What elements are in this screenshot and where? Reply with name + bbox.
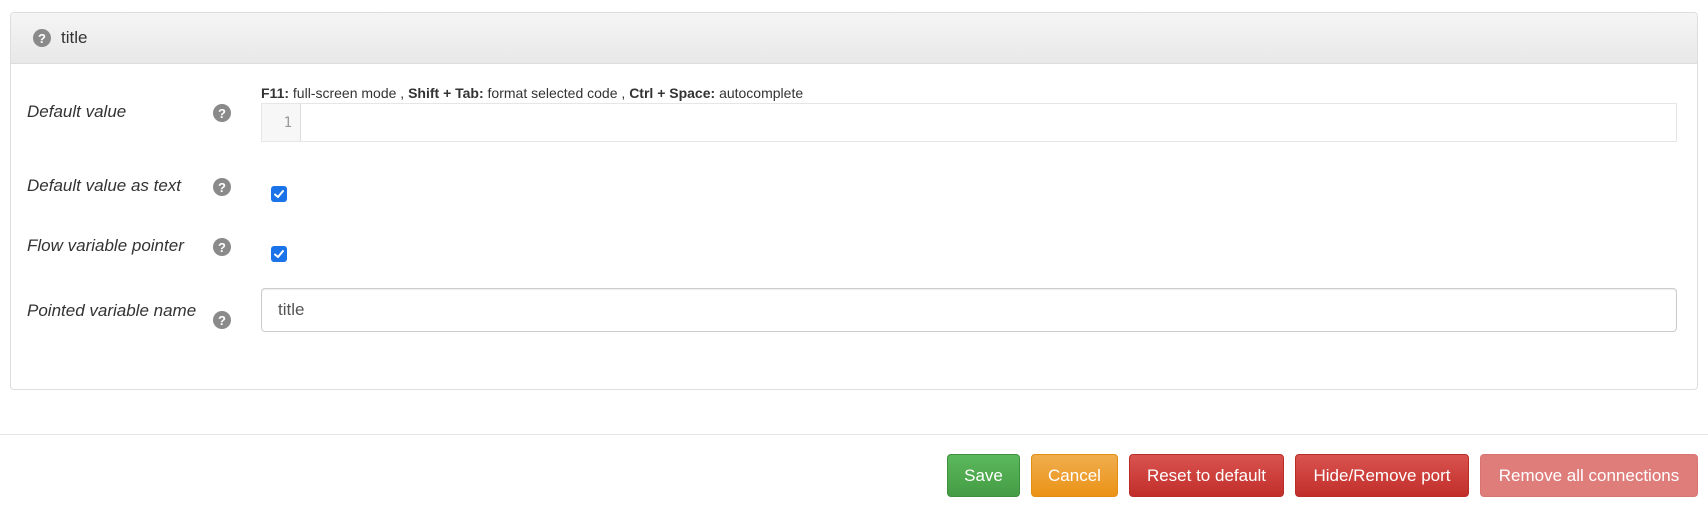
default-value-as-text-checkbox[interactable]: [271, 186, 287, 202]
save-button[interactable]: Save: [947, 454, 1020, 497]
reset-to-default-button[interactable]: Reset to default: [1129, 454, 1284, 497]
flow-variable-pointer-checkbox[interactable]: [271, 246, 287, 262]
pointed-variable-name-help-icon[interactable]: ?: [213, 311, 231, 329]
default-value-help-icon[interactable]: ?: [213, 104, 231, 122]
code-area[interactable]: [301, 104, 1676, 141]
panel-title: title: [61, 28, 88, 47]
hide-remove-port-button[interactable]: Hide/Remove port: [1295, 454, 1469, 497]
line-number-gutter: 1: [262, 104, 301, 141]
editor-shortcuts-hint: F11: full-screen mode , Shift + Tab: for…: [261, 85, 804, 101]
default-value-code-editor[interactable]: 1: [261, 103, 1677, 142]
parameter-panel: ? title: [10, 12, 1698, 390]
panel-heading: ? title: [11, 13, 1697, 64]
default-value-as-text-label: Default value as text: [27, 176, 182, 195]
flow-variable-pointer-label: Flow variable pointer: [27, 236, 184, 255]
remove-all-connections-button[interactable]: Remove all connections: [1480, 454, 1698, 497]
check-icon: [274, 250, 284, 258]
footer-divider: [0, 434, 1708, 435]
default-value-as-text-help-icon[interactable]: ?: [213, 178, 231, 196]
pointed-variable-name-label: Pointed variable name: [27, 301, 197, 320]
check-icon: [274, 190, 284, 198]
cancel-button[interactable]: Cancel: [1031, 454, 1118, 497]
help-icon[interactable]: ?: [33, 29, 51, 47]
flow-variable-pointer-help-icon[interactable]: ?: [213, 238, 231, 256]
pointed-variable-name-input[interactable]: [261, 288, 1677, 332]
default-value-label: Default value: [27, 102, 127, 121]
